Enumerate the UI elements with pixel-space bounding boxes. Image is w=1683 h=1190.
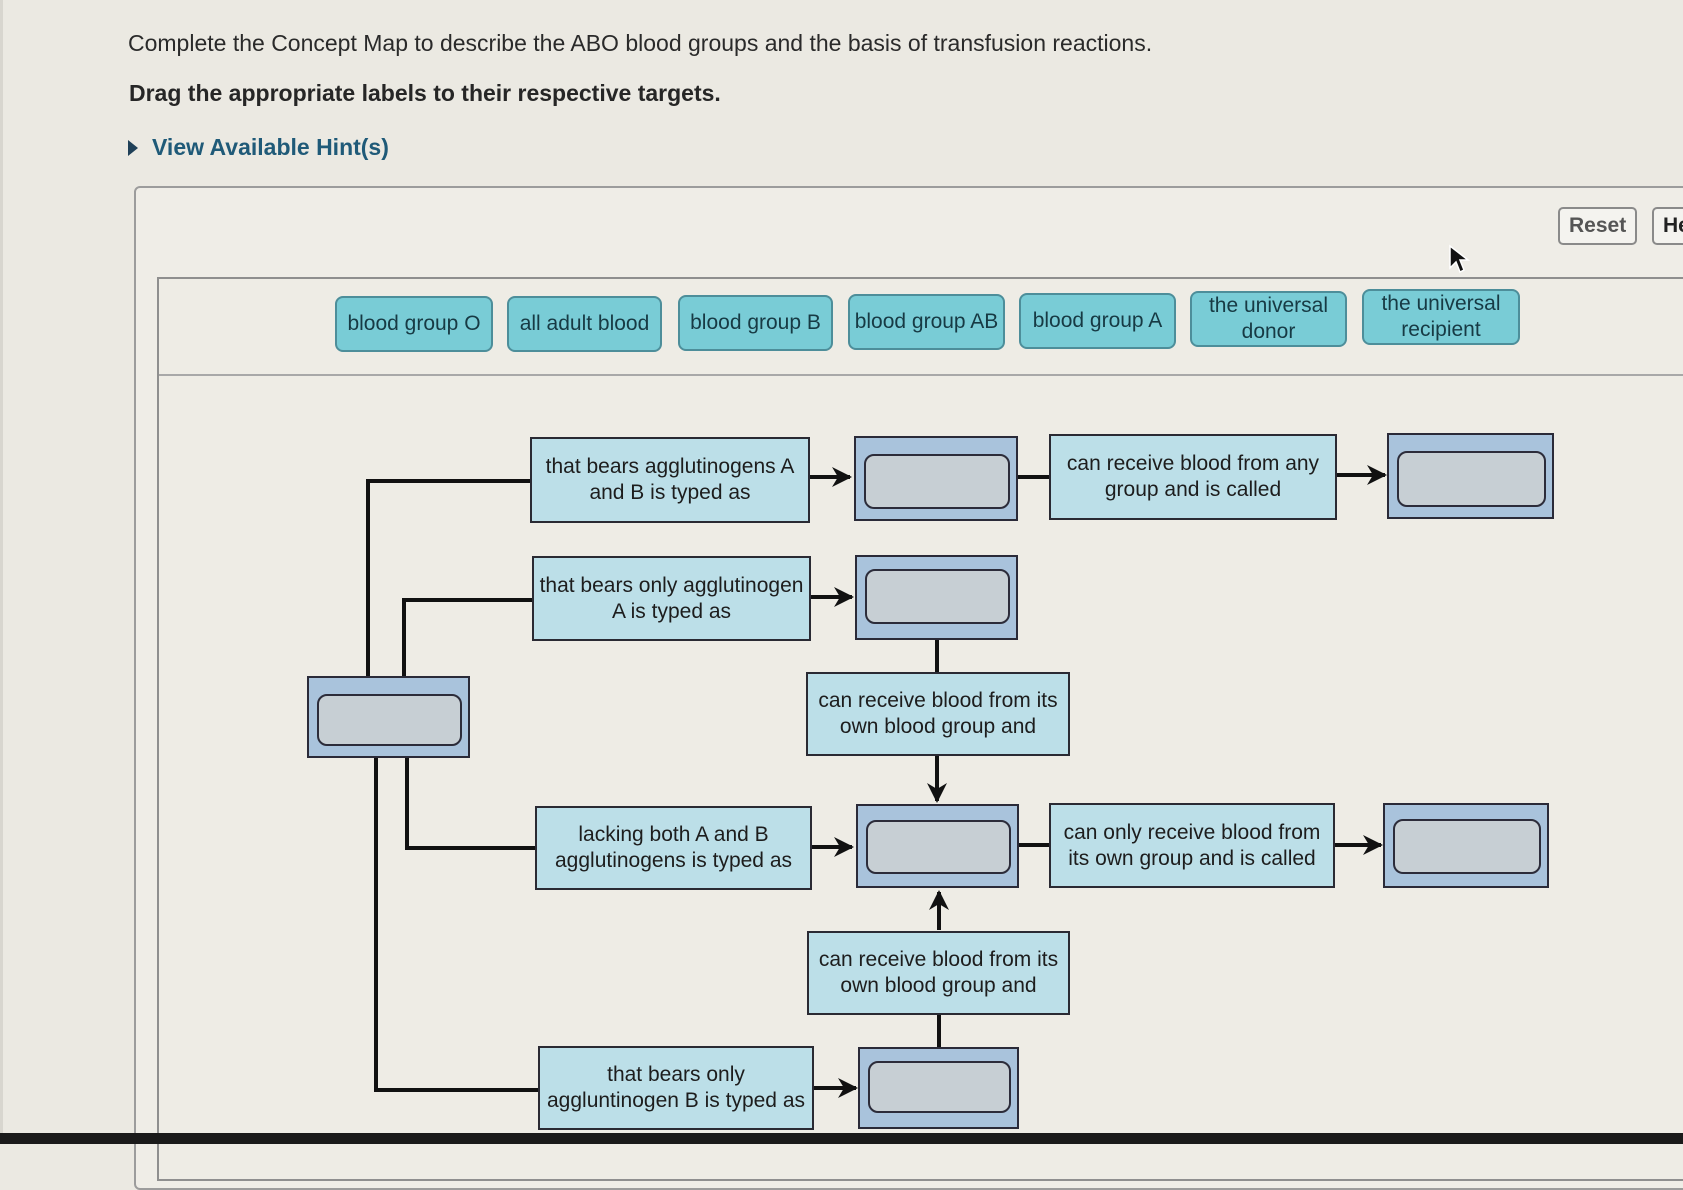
label-chip-blood-group-ab[interactable]: blood group AB xyxy=(848,294,1005,350)
node-none-typed: lacking both A and B agglutinogens is ty… xyxy=(535,806,812,890)
label-chip-universal-recipient[interactable]: the universal recipient xyxy=(1362,289,1520,345)
drop-zone-root[interactable] xyxy=(317,694,462,746)
label-chip-universal-donor[interactable]: the universal donor xyxy=(1190,291,1347,347)
help-button[interactable]: Help xyxy=(1652,207,1683,245)
label-bank-divider xyxy=(159,374,1683,376)
label-chip-all-adult-blood[interactable]: all adult blood xyxy=(507,296,662,352)
screen-edge xyxy=(0,0,3,1144)
reset-button[interactable]: Reset xyxy=(1558,207,1638,245)
drag-instructions: Drag the appropriate labels to their res… xyxy=(129,80,721,106)
target-universal-donor xyxy=(1383,803,1549,888)
target-o-group xyxy=(856,804,1019,888)
node-ab-typed: that bears agglutinogens A and B is type… xyxy=(530,437,810,523)
target-root xyxy=(307,676,470,758)
label-chip-blood-group-a[interactable]: blood group A xyxy=(1019,293,1176,349)
node-receive-own-2: can receive blood from its own blood gro… xyxy=(807,931,1070,1015)
node-receive-any: can receive blood from any group and is … xyxy=(1049,434,1337,520)
view-hints-link[interactable]: View Available Hint(s) xyxy=(128,134,389,161)
drop-zone-b-group[interactable] xyxy=(868,1061,1011,1113)
target-ab-group xyxy=(854,436,1018,521)
drop-zone-ab-group[interactable] xyxy=(864,454,1010,509)
drop-zone-universal-recipient[interactable] xyxy=(1397,451,1546,507)
instructions-text: Complete the Concept Map to describe the… xyxy=(128,30,1153,56)
label-chip-blood-group-b[interactable]: blood group B xyxy=(678,295,833,351)
drop-zone-universal-donor[interactable] xyxy=(1393,819,1541,874)
drop-zone-o-group[interactable] xyxy=(866,820,1011,874)
target-a-group xyxy=(855,555,1018,640)
node-receive-own-1: can receive blood from its own blood gro… xyxy=(806,672,1070,756)
node-a-typed: that bears only agglutinogen A is typed … xyxy=(532,556,811,641)
view-hints-label: View Available Hint(s) xyxy=(152,134,389,160)
expand-triangle-icon xyxy=(128,139,138,156)
target-universal-recipient xyxy=(1387,433,1554,519)
node-b-typed: that bears only aggluntinogen B is typed… xyxy=(538,1046,814,1130)
target-b-group xyxy=(858,1047,1019,1129)
drop-zone-a-group[interactable] xyxy=(865,569,1010,624)
node-receive-only-own: can only receive blood from its own grou… xyxy=(1049,803,1335,888)
mouse-pointer-icon xyxy=(1449,244,1470,274)
label-chip-blood-group-o[interactable]: blood group O xyxy=(335,296,493,352)
screen-bezel xyxy=(0,1133,1683,1144)
